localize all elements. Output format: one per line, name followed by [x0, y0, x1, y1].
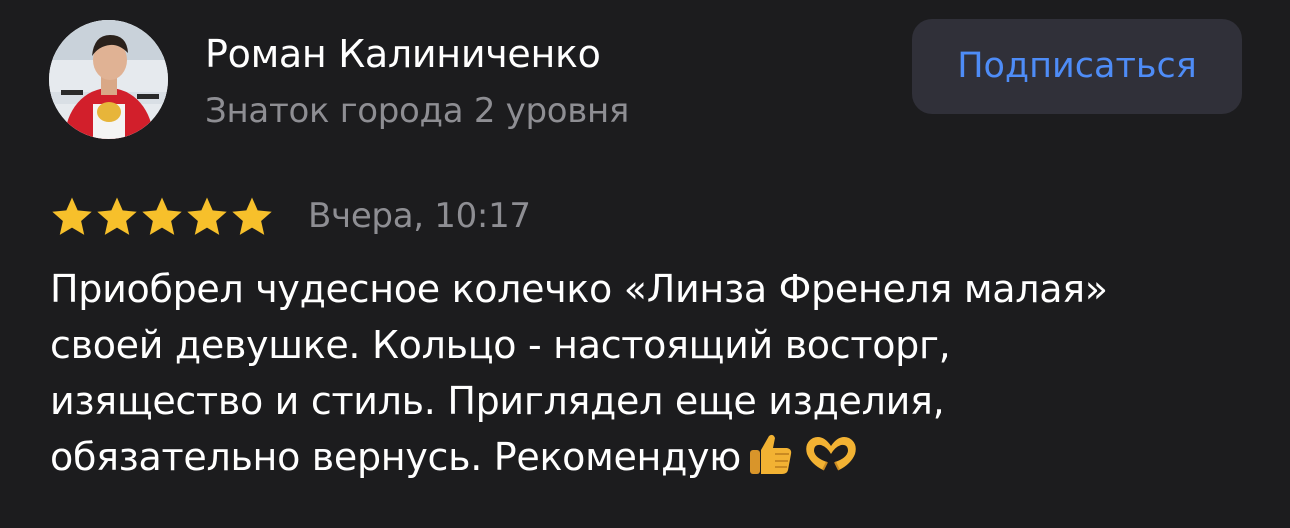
star-icon — [97, 197, 137, 235]
hockey-player-photo — [49, 20, 168, 139]
user-name[interactable]: Роман Калиниченко — [205, 28, 601, 80]
review-line: Приобрел чудесное колечко «Линза Френеля… — [50, 267, 1108, 311]
thumbs-up-icon — [747, 432, 795, 491]
review-text: Приобрел чудесное колечко «Линза Френеля… — [50, 261, 1260, 491]
review-date: Вчера, 10:17 — [308, 196, 531, 236]
star-icon — [142, 197, 182, 235]
heart-hands-icon — [801, 432, 861, 491]
review-line-text: обязательно вернусь. Рекомендую — [50, 435, 741, 479]
review-line: изящество и стиль. Приглядел еще изделия… — [50, 379, 945, 423]
user-level: Знаток города 2 уровня — [205, 91, 630, 131]
review-line-last: обязательно вернусь. Рекомендую — [50, 429, 1260, 491]
avatar[interactable] — [49, 20, 168, 139]
star-icon — [187, 197, 227, 235]
star-rating — [50, 196, 274, 236]
review-line: своей девушке. Кольцо - настоящий востор… — [50, 323, 951, 367]
star-icon — [232, 197, 272, 235]
subscribe-button[interactable]: Подписаться — [912, 19, 1242, 114]
star-icon — [52, 197, 92, 235]
